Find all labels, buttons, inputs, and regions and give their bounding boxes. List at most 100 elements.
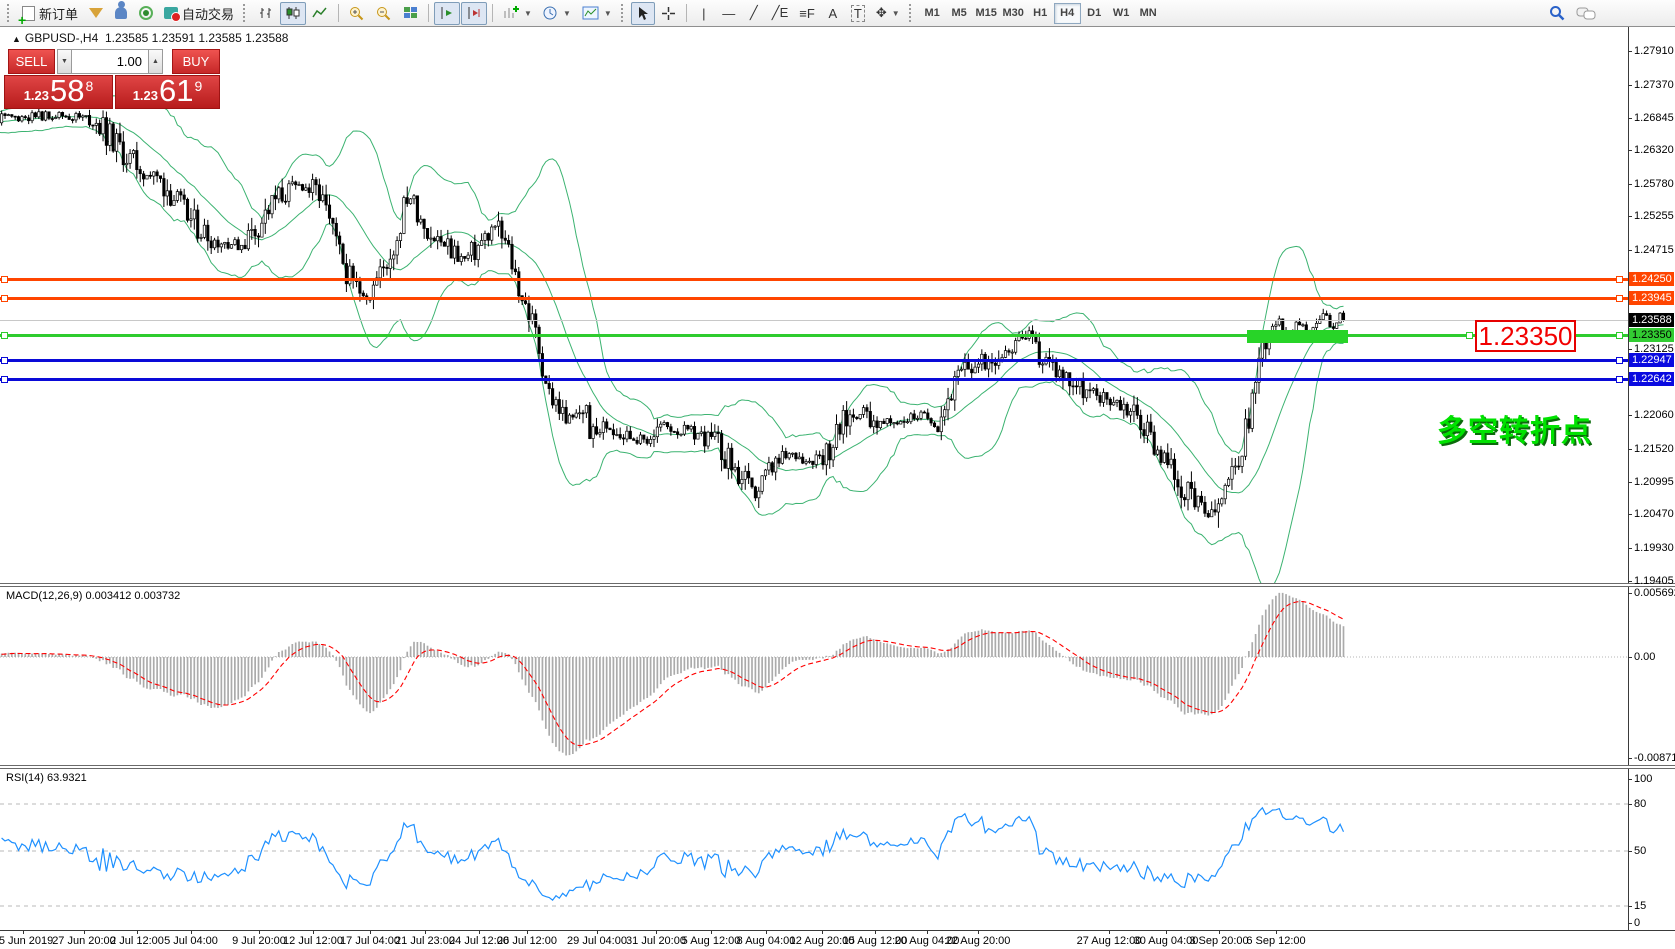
toolbar-grip[interactable] (909, 4, 915, 22)
hline-handle[interactable] (1616, 276, 1623, 283)
main-price-chart[interactable] (0, 27, 1628, 584)
panel-separator[interactable] (0, 583, 1675, 587)
timeframe-m30-button[interactable]: M30 (1000, 3, 1027, 24)
hline-handle[interactable] (1616, 295, 1623, 302)
zoom-in-button[interactable] (344, 2, 370, 25)
timeframe-w1-button[interactable]: W1 (1108, 3, 1135, 24)
candle-body (1224, 485, 1226, 498)
text-button[interactable]: A (821, 2, 845, 25)
hline-1.23945[interactable] (0, 297, 1628, 300)
volume-input[interactable] (72, 49, 148, 74)
tile-windows-button[interactable] (398, 2, 423, 25)
chat-button[interactable] (1571, 2, 1601, 25)
price-tick-mark (1628, 150, 1632, 151)
hline-handle[interactable] (1, 276, 8, 283)
periods-button[interactable]: ▼ (538, 2, 576, 25)
timeframe-d1-button[interactable]: D1 (1081, 3, 1108, 24)
candle-body (193, 210, 195, 219)
candle-body (629, 431, 631, 439)
new-order-button[interactable]: 新订单 (17, 2, 83, 25)
hline-handle[interactable] (1616, 332, 1623, 339)
hline-1.23350[interactable] (0, 334, 1628, 337)
hline-1.22947[interactable] (0, 359, 1628, 362)
buy-price-button[interactable]: 1.23 61 9 (115, 75, 220, 109)
time-axis-tick (1166, 931, 1167, 934)
fibonacci-button[interactable]: ≡F (794, 2, 820, 25)
pivot-annotation-text[interactable]: 多空转折点 (1437, 406, 1592, 450)
arrows-button[interactable]: ✥▼ (871, 2, 905, 25)
timeframe-m5-button[interactable]: M5 (946, 3, 973, 24)
candle-body (207, 225, 209, 241)
timeframe-m1-button[interactable]: M1 (919, 3, 946, 24)
text-label-button[interactable]: T (846, 2, 870, 25)
chart-shift-button[interactable] (461, 2, 487, 25)
fibonacci-icon: ≡F (799, 6, 815, 21)
signals-button[interactable] (134, 2, 158, 25)
hline-handle[interactable] (1, 376, 8, 383)
candle-body (825, 444, 827, 465)
toolbar-grip[interactable] (621, 4, 627, 22)
candle-body (457, 246, 459, 261)
time-axis[interactable]: 25 Jun 201927 Jun 20:002 Jul 12:005 Jul … (0, 930, 1675, 949)
hline-handle[interactable] (1616, 357, 1623, 364)
hline-1.23588[interactable] (0, 320, 1628, 321)
toolbar-grip[interactable] (7, 4, 13, 22)
candle-body (409, 199, 411, 204)
auto-scroll-button[interactable] (434, 2, 460, 25)
bar-chart-button[interactable] (253, 2, 279, 25)
candle-body (11, 115, 13, 117)
volume-decrease-button[interactable]: ▼ (57, 49, 72, 74)
timeframe-h4-button[interactable]: H4 (1054, 3, 1081, 24)
hline-handle[interactable] (1, 357, 8, 364)
toolbar-grip[interactable] (243, 4, 249, 22)
timeframe-mn-button[interactable]: MN (1135, 3, 1162, 24)
candle-body (278, 188, 280, 199)
line-chart-button[interactable] (307, 2, 333, 25)
candle-body (1092, 389, 1094, 391)
hline-handle[interactable] (1616, 376, 1623, 383)
zoom-out-button[interactable] (371, 2, 397, 25)
volume-increase-button[interactable]: ▲ (148, 49, 163, 74)
hline-1.24250[interactable] (0, 278, 1628, 281)
profile-button[interactable] (109, 2, 133, 25)
candle-body (744, 471, 746, 479)
candle-body (832, 447, 834, 460)
templates-button[interactable]: ▼ (577, 2, 617, 25)
indicators-button[interactable]: ▼ (498, 2, 537, 25)
candle-body (869, 411, 871, 426)
timeframe-h1-button[interactable]: H1 (1027, 3, 1054, 24)
mt4-window: 新订单 自动交易 (0, 0, 1675, 949)
auto-trading-button[interactable]: 自动交易 (159, 2, 239, 25)
cursor-button[interactable] (631, 2, 655, 25)
candlestick-chart-button[interactable] (280, 2, 306, 25)
buy-button[interactable]: BUY (172, 49, 220, 74)
macd-indicator-panel[interactable] (0, 587, 1628, 765)
hline-1.22642[interactable] (0, 378, 1628, 381)
candle-body (308, 188, 310, 193)
trendline-button[interactable]: ╱ (742, 2, 766, 25)
candle-body (430, 238, 432, 239)
hline-handle[interactable] (1466, 332, 1473, 339)
hline-handle[interactable] (1, 295, 8, 302)
sell-price-button[interactable]: 1.23 58 8 (4, 75, 113, 109)
channel-button[interactable]: ╱E (767, 2, 794, 25)
candle-body (65, 116, 67, 117)
candle-body (443, 242, 445, 246)
hline-handle[interactable] (1, 332, 8, 339)
candle-body (1194, 489, 1196, 507)
auto-trading-label: 自动交易 (182, 4, 234, 23)
timeframe-m15-button[interactable]: M15 (973, 3, 1000, 24)
search-button[interactable] (1544, 2, 1570, 25)
crosshair-button[interactable] (656, 2, 681, 25)
horizontal-line-button[interactable]: — (717, 2, 741, 25)
panel-separator[interactable] (0, 765, 1675, 769)
candle-body (7, 115, 9, 116)
support-highlight-rect[interactable] (1247, 330, 1348, 343)
price-level-callout[interactable]: 1.23350 (1475, 320, 1576, 352)
candle-body (1123, 404, 1125, 410)
sell-button[interactable]: SELL (8, 49, 55, 74)
vertical-line-button[interactable]: | (692, 2, 716, 25)
styler-button[interactable] (84, 2, 108, 25)
candle-body (230, 245, 232, 249)
rsi-indicator-panel[interactable] (0, 769, 1628, 929)
